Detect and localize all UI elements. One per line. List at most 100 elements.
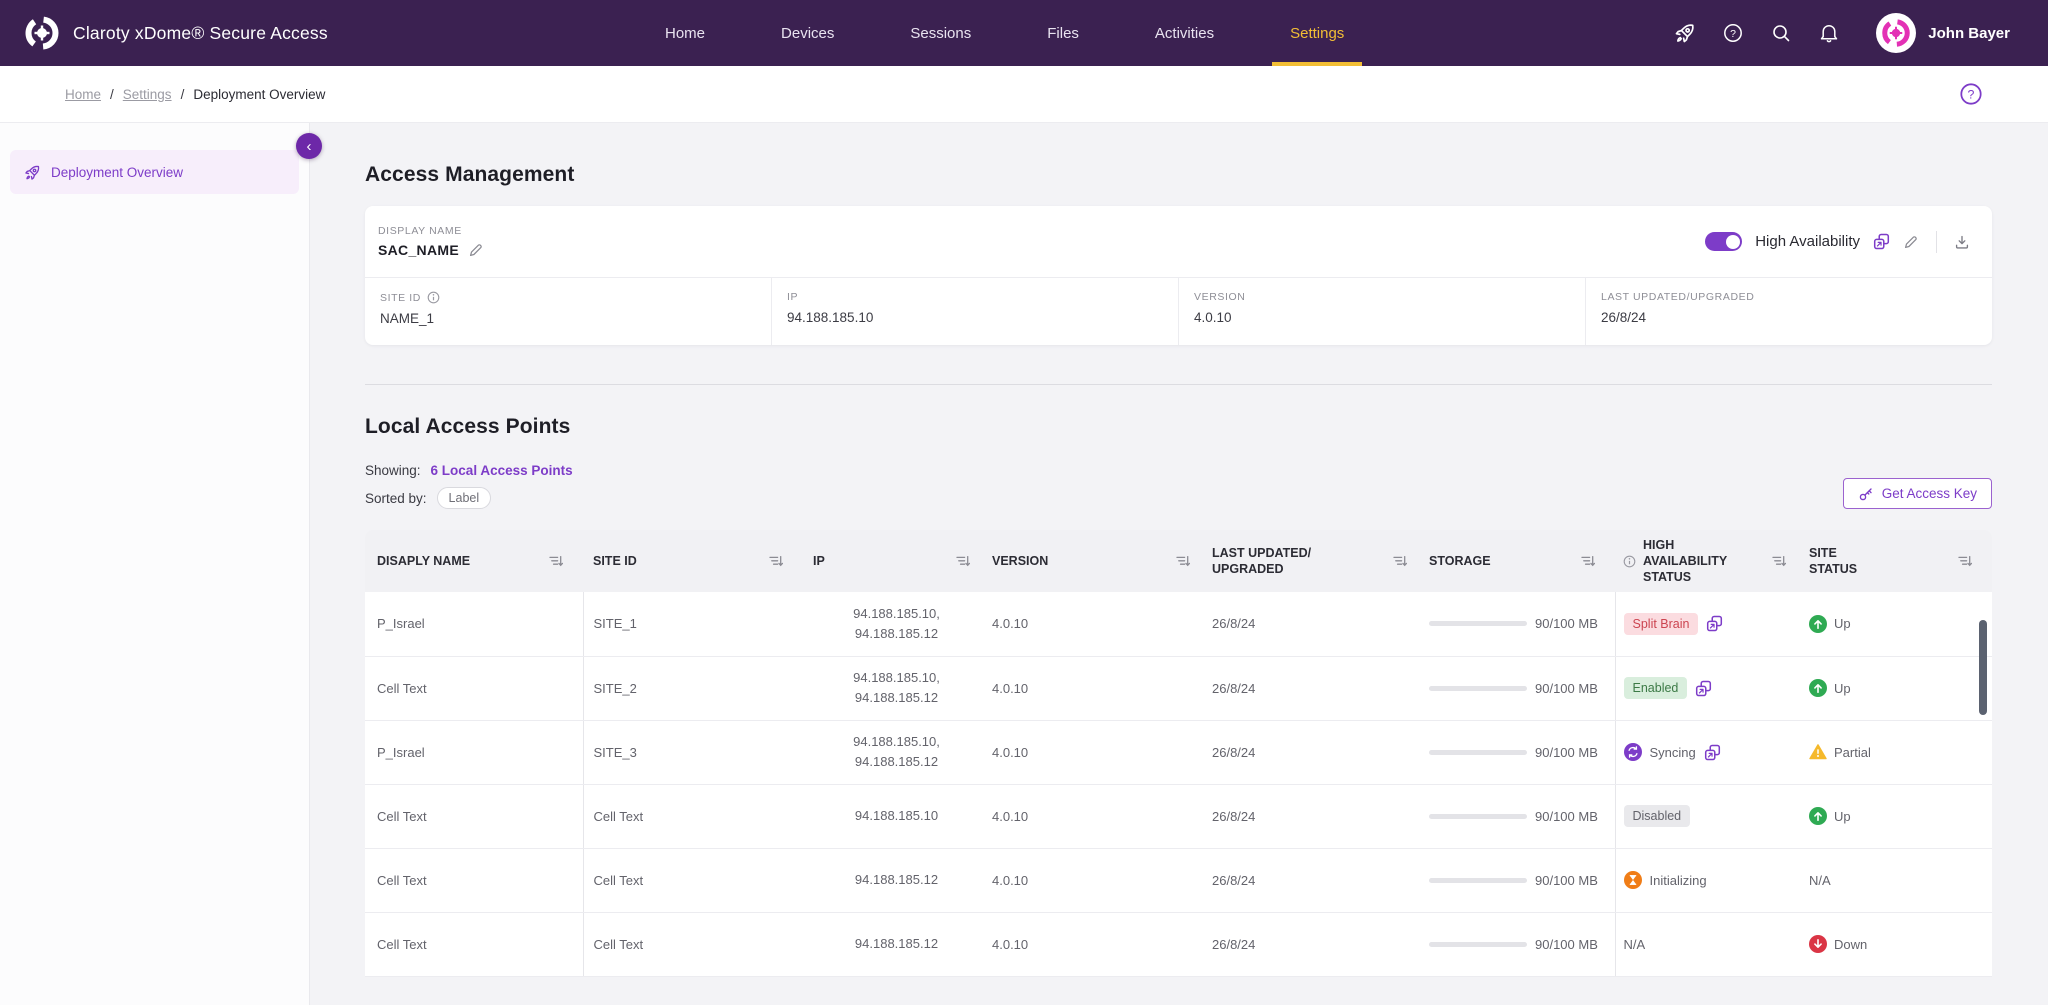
cell-site-status: Down (1806, 912, 1992, 976)
column-header-site-status[interactable]: SITESTATUS (1806, 530, 1992, 592)
edit-display-name-icon[interactable] (468, 242, 484, 258)
nav-item-home[interactable]: Home (665, 0, 705, 66)
cell-ha-status: Initializing (1615, 848, 1806, 912)
sort-icon[interactable] (1581, 554, 1595, 568)
showing-count-link[interactable]: 6 Local Access Points (431, 463, 573, 478)
up-status-icon (1809, 679, 1827, 697)
site-status-text: Up (1834, 809, 1851, 824)
notifications-icon[interactable] (1818, 22, 1840, 44)
edit-ha-icon[interactable] (1903, 234, 1919, 250)
storage-label: 90/100 MB (1535, 681, 1598, 696)
partial-status-icon (1809, 743, 1827, 761)
showing-label: Showing: (365, 463, 421, 478)
sort-icon[interactable] (1772, 554, 1786, 568)
main-nav: Home Devices Sessions Files Activities Settin… (665, 0, 1344, 66)
local-access-points-title: Local Access Points (365, 415, 1992, 439)
site-status-text: Up (1834, 681, 1851, 696)
column-header-ip[interactable]: IP (803, 530, 990, 592)
table-scrollbar-thumb[interactable] (1979, 620, 1987, 715)
cell-site-status: Up (1806, 592, 1992, 656)
cell-storage: 90/100 MB (1427, 592, 1615, 656)
cell-last-updated: 26/8/24 (1210, 784, 1427, 848)
page-help-icon[interactable]: ? (1958, 81, 1984, 107)
avatar[interactable] (1876, 13, 1916, 53)
search-icon[interactable] (1770, 22, 1792, 44)
breadcrumb-settings[interactable]: Settings (123, 87, 172, 102)
storage-bar (1429, 942, 1527, 947)
nav-item-settings[interactable]: Settings (1290, 0, 1344, 66)
high-availability-toggle[interactable] (1705, 232, 1742, 251)
column-header-display-name[interactable]: DISAPLY NAME (365, 530, 583, 592)
sort-icon[interactable] (1958, 554, 1972, 568)
ha-pair-icon[interactable] (1704, 744, 1721, 761)
cell-storage: 90/100 MB (1427, 656, 1615, 720)
help-icon[interactable]: ? (1722, 22, 1744, 44)
chevron-left-icon: ‹ (307, 138, 312, 155)
cell-ha-status: N/A (1615, 912, 1806, 976)
table-header-row: DISAPLY NAMESITE IDIPVERSIONLAST UPDATED… (365, 530, 1992, 592)
column-header-ha-status[interactable]: HIGHAVAILABILITYSTATUS (1615, 530, 1806, 592)
breadcrumb-home[interactable]: Home (65, 87, 101, 102)
sort-icon[interactable] (956, 554, 970, 568)
nav-item-files[interactable]: Files (1047, 0, 1079, 66)
sorted-by-label: Sorted by: (365, 491, 427, 506)
rocket-icon[interactable] (1674, 22, 1696, 44)
sidebar-item-deployment-overview[interactable]: Deployment Overview (10, 150, 299, 194)
ha-pair-icon[interactable] (1873, 233, 1890, 250)
down-status-icon (1809, 935, 1827, 953)
nav-item-activities[interactable]: Activities (1155, 0, 1214, 66)
column-label: SITESTATUS (1809, 545, 1857, 578)
brand: Claroty xDome® Secure Access (24, 15, 328, 51)
user-name: John Bayer (1928, 25, 2010, 42)
cell-ha-status: Split Brain (1615, 592, 1806, 656)
cell-display-name: P_Israel (365, 592, 583, 656)
cell-site-status: Partial (1806, 720, 1992, 784)
column-header-site-id[interactable]: SITE ID (583, 530, 803, 592)
cell-storage: 90/100 MB (1427, 848, 1615, 912)
content: Deployment Overview ‹ Access Management … (0, 123, 2048, 1005)
sidebar: Deployment Overview ‹ (0, 123, 310, 1005)
cell-last-updated: 26/8/24 (1210, 848, 1427, 912)
column-header-last-updated[interactable]: LAST UPDATED/UPGRADED (1210, 530, 1427, 592)
display-name-label: DISPLAY NAME (378, 225, 484, 237)
sort-chip-label[interactable]: Label (437, 487, 492, 509)
cell-version: 4.0.10 (990, 592, 1210, 656)
table-row[interactable]: P_IsraelSITE_194.188.185.10,94.188.185.1… (365, 592, 1992, 656)
sidebar-collapse-button[interactable]: ‹ (296, 133, 322, 159)
table-row[interactable]: Cell TextSITE_294.188.185.10,94.188.185.… (365, 656, 1992, 720)
sort-icon[interactable] (769, 554, 783, 568)
sort-icon[interactable] (1393, 554, 1407, 568)
get-access-key-button[interactable]: Get Access Key (1843, 478, 1992, 509)
table-row[interactable]: Cell TextCell Text94.188.185.124.0.1026/… (365, 912, 1992, 976)
info-icon[interactable] (427, 291, 440, 304)
table-row[interactable]: Cell TextCell Text94.188.185.104.0.1026/… (365, 784, 1992, 848)
sort-icon[interactable] (1176, 554, 1190, 568)
field-last-updated-upgraded: LAST UPDATED/UPGRADED26/8/24 (1585, 278, 1992, 345)
table-body: P_IsraelSITE_194.188.185.10,94.188.185.1… (365, 592, 1992, 976)
nav-item-devices[interactable]: Devices (781, 0, 834, 66)
cell-version: 4.0.10 (990, 656, 1210, 720)
cell-version: 4.0.10 (990, 720, 1210, 784)
field-version: VERSION4.0.10 (1178, 278, 1585, 345)
ha-pair-icon[interactable] (1695, 680, 1712, 697)
nav-item-sessions[interactable]: Sessions (910, 0, 971, 66)
info-icon[interactable] (1623, 555, 1636, 568)
download-icon[interactable] (1954, 234, 1970, 250)
ha-status-text: Syncing (1650, 745, 1696, 760)
sort-icon[interactable] (549, 554, 563, 568)
access-management-card: DISPLAY NAME SAC_NAME High Availability (365, 206, 1992, 345)
table-row[interactable]: Cell TextCell Text94.188.185.124.0.1026/… (365, 848, 1992, 912)
rocket-icon (24, 164, 41, 181)
field-value: NAME_1 (380, 311, 771, 326)
column-label: STORAGE (1429, 553, 1491, 569)
divider (1936, 231, 1937, 253)
high-availability-label: High Availability (1755, 233, 1860, 250)
table-row[interactable]: P_IsraelSITE_394.188.185.10,94.188.185.1… (365, 720, 1992, 784)
ha-pair-icon[interactable] (1706, 615, 1723, 632)
cell-last-updated: 26/8/24 (1210, 656, 1427, 720)
topbar-actions: ? John Bayer (1648, 13, 2010, 53)
column-header-storage[interactable]: STORAGE (1427, 530, 1615, 592)
storage-bar (1429, 814, 1527, 819)
column-header-version[interactable]: VERSION (990, 530, 1210, 592)
up-status-icon (1809, 807, 1827, 825)
